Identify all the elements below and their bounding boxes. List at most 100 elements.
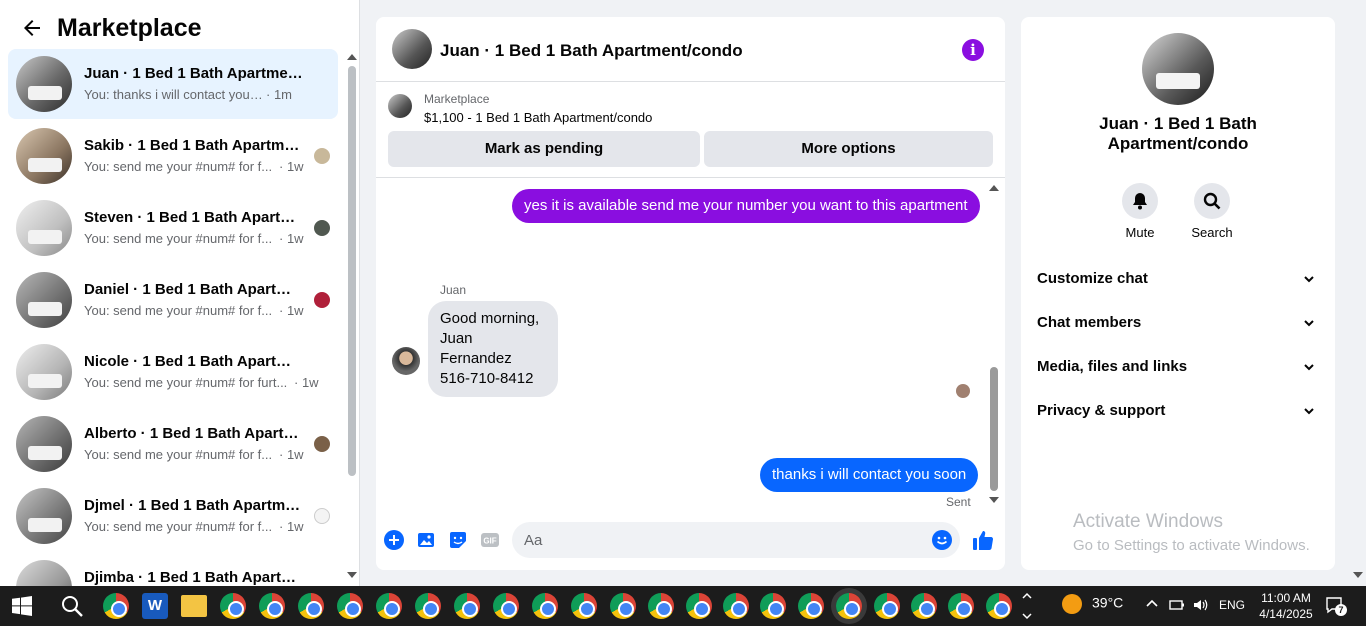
conversation-item-daniel[interactable]: Daniel · 1 Bed 1 Bath Apartme... You: se… (8, 265, 338, 335)
chrome-icon[interactable] (103, 593, 129, 619)
section-label: Chat members (1037, 314, 1142, 331)
conversation-item-alberto[interactable]: Alberto · 1 Bed 1 Bath Apartm... You: se… (8, 409, 338, 479)
message-input[interactable] (512, 522, 960, 558)
page-scroll-down-arrow-icon[interactable] (1353, 572, 1363, 578)
section-privacy-support[interactable]: Privacy & support (1029, 391, 1327, 431)
info-icon[interactable]: i (962, 39, 984, 61)
section-media-files-links[interactable]: Media, files and links (1029, 347, 1327, 387)
chrome-profile-icon[interactable] (493, 593, 519, 619)
chrome-profile-icon[interactable] (760, 593, 786, 619)
section-label: Customize chat (1037, 270, 1148, 287)
chrome-profile-icon[interactable] (298, 593, 324, 619)
conversation-name: Steven · 1 Bed 1 Bath Apartme... (84, 209, 304, 226)
section-customize-chat[interactable]: Customize chat (1029, 259, 1327, 299)
conversation-time: · 1w (294, 375, 319, 390)
windows-start-icon[interactable] (12, 596, 32, 616)
chat-title[interactable]: Juan · 1 Bed 1 Bath Apartment/condo (440, 41, 743, 61)
language-indicator[interactable]: ENG (1219, 598, 1245, 612)
chrome-profile-icon[interactable] (798, 593, 824, 619)
chrome-profile-icon[interactable] (610, 593, 636, 619)
chrome-profile-icon[interactable] (986, 593, 1012, 619)
search-label: Search (1191, 225, 1233, 240)
listing-price-title[interactable]: $1,100 - 1 Bed 1 Bath Apartment/condo (424, 110, 652, 125)
search-icon[interactable] (60, 594, 84, 618)
conversation-snippet: You: send me your #num# for f... (84, 303, 273, 318)
chrome-profile-icon-active[interactable] (836, 593, 862, 619)
scroll-up-arrow-icon[interactable] (989, 185, 999, 191)
chat-scrollbar[interactable] (989, 183, 999, 508)
sidebar-header: Marketplace (0, 0, 359, 50)
back-arrow-icon[interactable] (20, 16, 44, 40)
watermark-subtitle: Go to Settings to activate Windows. (1073, 537, 1310, 554)
buyer-avatar (314, 508, 330, 524)
temperature: 39°C (1092, 594, 1124, 611)
chrome-profile-icon[interactable] (648, 593, 674, 619)
chrome-profile-icon[interactable] (571, 593, 597, 619)
scroll-down-arrow-icon[interactable] (347, 572, 357, 578)
message-thread: yes it is available send me your number … (376, 179, 1005, 511)
chrome-profile-icon[interactable] (259, 593, 285, 619)
outgoing-message: yes it is available send me your number … (512, 189, 980, 223)
conversation-item-juan[interactable]: Juan · 1 Bed 1 Bath Apartment/c... You: … (8, 49, 338, 119)
chrome-profile-icon[interactable] (454, 593, 480, 619)
clock[interactable]: 11:00 AM 4/14/2025 (1256, 590, 1316, 622)
conversation-time: · 1w (279, 231, 304, 246)
chrome-profile-icon[interactable] (948, 593, 974, 619)
chrome-profile-icon[interactable] (337, 593, 363, 619)
section-chat-members[interactable]: Chat members (1029, 303, 1327, 343)
conversation-item-nicole[interactable]: Nicole · 1 Bed 1 Bath Apartment/... You:… (8, 337, 338, 407)
buyer-avatar (314, 220, 330, 236)
scrollbar-thumb[interactable] (990, 367, 998, 491)
scrollbar-thumb[interactable] (348, 66, 356, 476)
marketplace-label: Marketplace (424, 92, 490, 106)
mute-button[interactable]: Mute (1110, 183, 1170, 240)
conversation-item-djmel[interactable]: Djmel · 1 Bed 1 Bath Apartme... You: sen… (8, 481, 338, 551)
search-button[interactable]: Search (1182, 183, 1242, 240)
more-options-button[interactable]: More options (704, 131, 993, 167)
file-explorer-icon[interactable] (181, 595, 207, 617)
buyer-avatar (314, 292, 330, 308)
chevron-up-icon[interactable] (1145, 598, 1159, 610)
thumbs-up-icon[interactable] (972, 529, 994, 551)
volume-icon[interactable] (1192, 597, 1208, 613)
seen-indicator-avatar (956, 384, 970, 398)
chrome-profile-icon[interactable] (911, 593, 937, 619)
chrome-profile-icon[interactable] (532, 593, 558, 619)
taskbar-overflow-arrows-icon[interactable] (1021, 588, 1033, 624)
profile-avatar[interactable] (1142, 33, 1214, 105)
gif-icon[interactable]: GIF (480, 530, 500, 550)
sticker-icon[interactable] (448, 530, 468, 550)
conversation-item-steven[interactable]: Steven · 1 Bed 1 Bath Apartme... You: se… (8, 193, 338, 263)
mark-as-pending-button[interactable]: Mark as pending (388, 131, 700, 167)
activate-windows-watermark: Activate Windows Go to Settings to activ… (1073, 511, 1310, 554)
emoji-icon[interactable] (932, 530, 952, 550)
battery-icon[interactable] (1169, 599, 1185, 611)
chrome-profile-icon[interactable] (415, 593, 441, 619)
scroll-up-arrow-icon[interactable] (347, 54, 357, 60)
chrome-profile-icon[interactable] (220, 593, 246, 619)
conversation-item-sakib[interactable]: Sakib · 1 Bed 1 Bath Apartmen... You: se… (8, 121, 338, 191)
plus-icon[interactable] (384, 530, 404, 550)
chrome-profile-icon[interactable] (686, 593, 712, 619)
notifications-icon[interactable]: 7 (1325, 596, 1347, 616)
sidebar-scrollbar[interactable] (346, 52, 357, 582)
listing-thumbnail[interactable] (388, 94, 412, 118)
conversation-time: · 1w (279, 519, 304, 534)
word-icon[interactable]: W (142, 593, 168, 619)
conversation-name: Daniel · 1 Bed 1 Bath Apartme... (84, 281, 304, 298)
sender-avatar[interactable] (392, 347, 420, 375)
chrome-profile-icon[interactable] (376, 593, 402, 619)
chrome-profile-icon[interactable] (874, 593, 900, 619)
conversation-item-djimba[interactable]: Djimba · 1 Bed 1 Bath Apartment... (8, 553, 338, 586)
conversation-time: · 1w (279, 447, 304, 462)
conversation-name: Juan · 1 Bed 1 Bath Apartment/c... (84, 65, 304, 82)
scroll-down-arrow-icon[interactable] (989, 497, 999, 503)
incoming-message-line: Juan Fernandez (440, 330, 512, 367)
incoming-message: Good morning, Juan Fernandez 516-710-841… (428, 301, 558, 397)
weather-widget[interactable]: 39°C (1062, 594, 1123, 614)
photo-icon[interactable] (416, 530, 436, 550)
sidebar-title: Marketplace (57, 14, 202, 42)
chrome-profile-icon[interactable] (723, 593, 749, 619)
chat-avatar[interactable] (392, 29, 432, 69)
incoming-message-line: Good morning, (440, 310, 540, 327)
